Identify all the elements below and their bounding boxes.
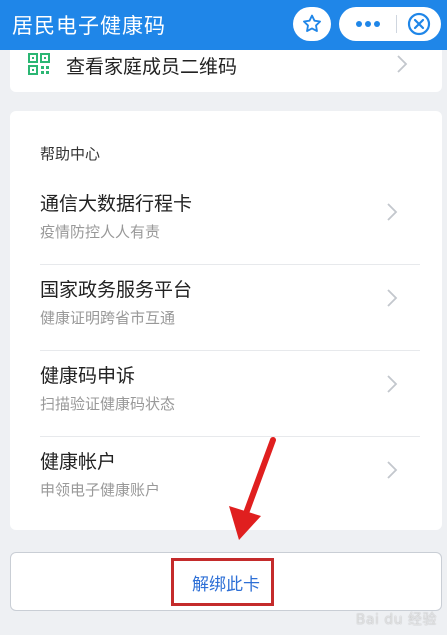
more-button[interactable] bbox=[339, 7, 396, 41]
list-item-subtitle: 疫情防控人人有责 bbox=[40, 223, 161, 241]
watermark: Bai du 经验 bbox=[355, 612, 437, 628]
list-item-title: 通信大数据行程卡 bbox=[40, 193, 193, 215]
star-icon bbox=[303, 14, 321, 32]
list-item-itinerary-card[interactable]: 通信大数据行程卡 疫情防控人人有责 bbox=[10, 179, 442, 265]
capsule-menu bbox=[339, 7, 441, 41]
list-item-gov-service[interactable]: 国家政务服务平台 健康证明跨省市互通 bbox=[10, 265, 442, 351]
family-qr-row[interactable]: 查看家庭成员二维码 bbox=[10, 50, 442, 80]
favorite-button[interactable] bbox=[293, 7, 331, 41]
list-item-title: 健康码申诉 bbox=[40, 365, 136, 387]
list-item-subtitle: 健康证明跨省市互通 bbox=[40, 309, 176, 327]
list-item-subtitle: 扫描验证健康码状态 bbox=[40, 395, 176, 413]
family-qr-label: 查看家庭成员二维码 bbox=[66, 56, 238, 78]
close-icon bbox=[407, 12, 431, 36]
chevron-right-icon bbox=[387, 461, 398, 479]
chevron-right-icon bbox=[387, 289, 398, 307]
list-item-subtitle: 申领电子健康账户 bbox=[40, 481, 161, 499]
annotation-arrow-icon bbox=[229, 437, 276, 540]
title-bar: 居民电子健康码 bbox=[0, 0, 447, 50]
list-item-health-code-appeal[interactable]: 健康码申诉 扫描验证健康码状态 bbox=[10, 351, 442, 437]
help-center-heading: 帮助中心 bbox=[40, 145, 101, 163]
list-item-title: 健康帐户 bbox=[40, 451, 117, 473]
close-button[interactable] bbox=[397, 7, 441, 41]
page-title: 居民电子健康码 bbox=[12, 14, 166, 38]
qr-icon bbox=[28, 53, 50, 75]
chevron-right-icon bbox=[387, 203, 398, 221]
annotation-highlight-box bbox=[171, 558, 274, 606]
chevron-right-icon bbox=[387, 375, 398, 393]
list-item-title: 国家政务服务平台 bbox=[40, 279, 193, 301]
more-icon bbox=[355, 21, 380, 27]
chevron-right-icon bbox=[397, 55, 408, 73]
